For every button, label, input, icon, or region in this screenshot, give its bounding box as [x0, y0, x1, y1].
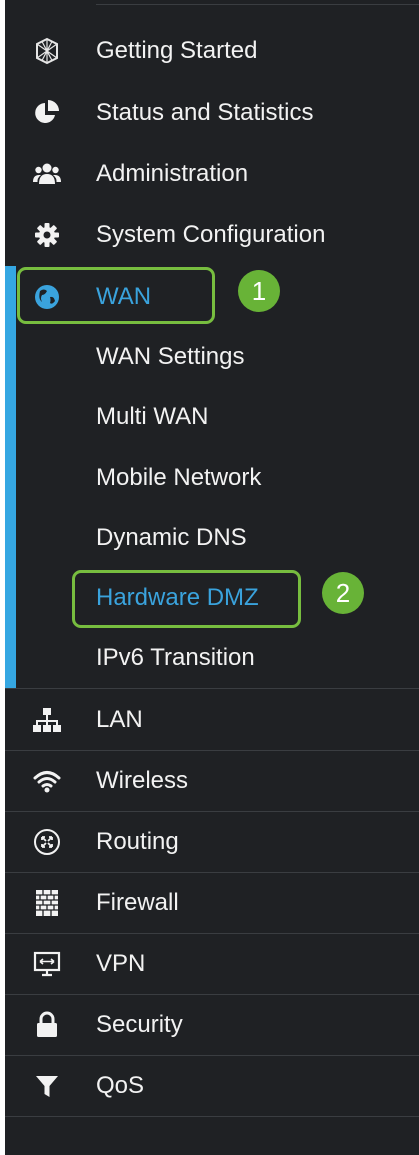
- nav-sublabel-dynamic-dns: Dynamic DNS: [96, 524, 247, 551]
- nav-label-administration: Administration: [96, 160, 249, 187]
- nav-label-security: Security: [96, 1011, 183, 1038]
- top-divider: [96, 4, 419, 5]
- nav-sublabel-ipv6-transition: IPv6 Transition: [96, 644, 255, 671]
- hardware-dmz-highlight-box: [72, 570, 301, 628]
- nav-item-routing[interactable]: Routing: [5, 811, 419, 873]
- nav-label-routing: Routing: [96, 828, 179, 855]
- nav-label-lan: LAN: [96, 706, 143, 733]
- nav-sublabel-wan-settings: WAN Settings: [96, 343, 245, 370]
- pie-chart-icon: [32, 98, 62, 128]
- nav-item-getting-started[interactable]: Getting Started: [5, 20, 419, 82]
- nav-label-status-statistics: Status and Statistics: [96, 99, 314, 126]
- nav-label-system-configuration: System Configuration: [96, 221, 326, 248]
- nav-item-wireless[interactable]: Wireless: [5, 750, 419, 812]
- nav-label-vpn: VPN: [96, 950, 146, 977]
- nav-item-security[interactable]: Security: [5, 994, 419, 1056]
- nav-label-getting-started: Getting Started: [96, 37, 258, 64]
- gear-icon: [32, 220, 62, 250]
- nav-item-firewall[interactable]: Firewall: [5, 872, 419, 934]
- network-icon: [32, 705, 62, 735]
- vpn-icon: [32, 949, 62, 979]
- lock-icon: [32, 1010, 62, 1040]
- nav-subitem-mobile-network[interactable]: Mobile Network: [5, 447, 419, 509]
- nav-label-qos: QoS: [96, 1072, 145, 1099]
- wan-highlight-box: [17, 267, 215, 324]
- nav-item-lan[interactable]: LAN: [5, 689, 419, 751]
- getting-started-icon: [32, 36, 62, 66]
- nav-subitem-ipv6-transition[interactable]: IPv6 Transition: [5, 627, 419, 689]
- nav-sublabel-multi-wan: Multi WAN: [96, 403, 209, 430]
- step-2-badge: 2: [322, 572, 364, 614]
- nav-label-wireless: Wireless: [96, 767, 189, 794]
- wifi-icon: [32, 766, 62, 796]
- nav-item-administration[interactable]: Administration: [5, 143, 419, 205]
- users-icon: [32, 159, 62, 189]
- firewall-icon: [32, 888, 62, 918]
- filter-icon: [32, 1071, 62, 1101]
- nav-item-vpn[interactable]: VPN: [5, 933, 419, 995]
- nav-label-firewall: Firewall: [96, 889, 179, 916]
- step-1-badge: 1: [238, 270, 280, 312]
- nav-subitem-multi-wan[interactable]: Multi WAN: [5, 386, 419, 448]
- nav-subitem-dynamic-dns[interactable]: Dynamic DNS: [5, 507, 419, 569]
- sidebar-nav: Getting Started Status and Statistics Ad…: [5, 0, 419, 1155]
- routing-icon: [32, 827, 62, 857]
- nav-sublabel-mobile-network: Mobile Network: [96, 464, 262, 491]
- nav-subitem-wan-settings[interactable]: WAN Settings: [5, 326, 419, 388]
- nav-item-system-configuration[interactable]: System Configuration: [5, 204, 419, 266]
- nav-item-qos[interactable]: QoS: [5, 1055, 419, 1117]
- nav-item-status-statistics[interactable]: Status and Statistics: [5, 82, 419, 144]
